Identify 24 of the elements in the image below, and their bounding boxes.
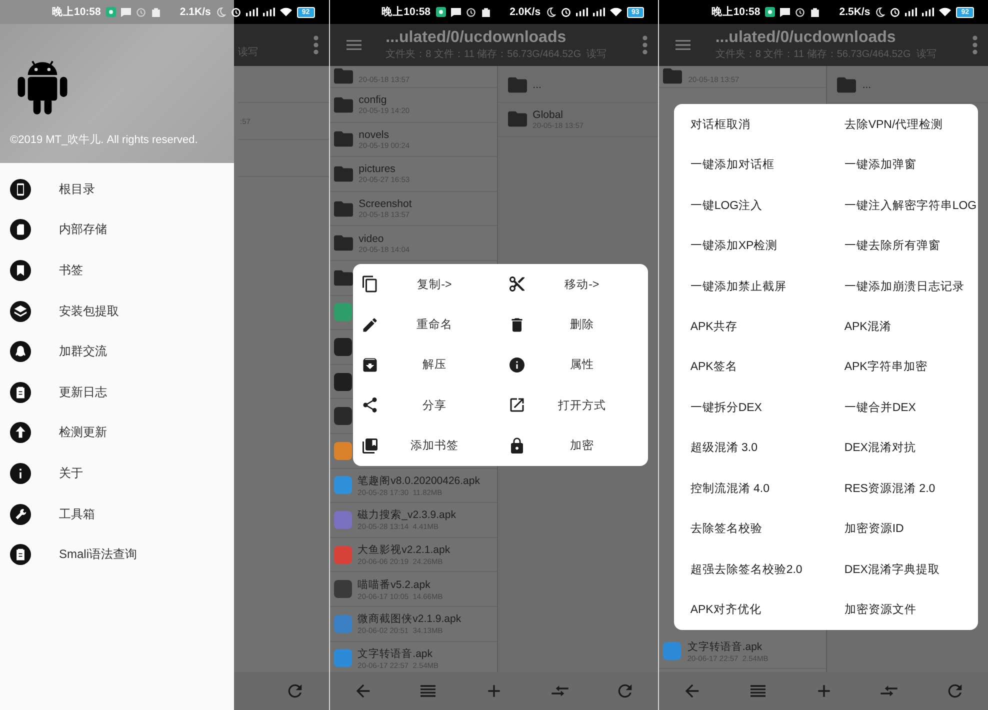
file-name: Global [532,108,564,121]
path-title: ...ulated/0/ucdownloads [715,29,896,47]
file-name: 喵喵番v5.2.apk [358,578,430,592]
path-title: ...ulated/0/ucdownloads [386,29,566,47]
file-name: ... [532,78,542,91]
network-speed: 2.5K/s [839,6,870,18]
network-speed: 2.0K/s [510,6,541,18]
file-name: novels [358,128,390,141]
file-name: 文字转语音.apk [687,640,762,654]
status-time: 晚上10:58 [711,5,760,19]
file-name: pictures [358,163,396,176]
status-time: 晚上10:58 [382,5,431,19]
file-name: 笔趣阁v8.0.20200426.apk [358,474,480,488]
file-name: 文字转语音.apk [358,646,433,661]
network-speed: 2.1K/s [180,6,211,18]
file-name: 大鱼影视v2.2.1.apk [358,543,450,558]
file-name: Screenshot [358,198,412,210]
file-name: ... [862,78,872,91]
file-name: config [358,94,387,106]
copyright-text: ©2019 MT_吹牛儿. All rights reserved. [10,133,198,147]
file-name: 微商截图侠v2.1.9.apk [358,612,462,626]
status-time: 晚上10:58 [52,5,101,19]
file-name: video [358,232,384,245]
file-name: 磁力搜索_v2.3.9.apk [358,508,456,522]
